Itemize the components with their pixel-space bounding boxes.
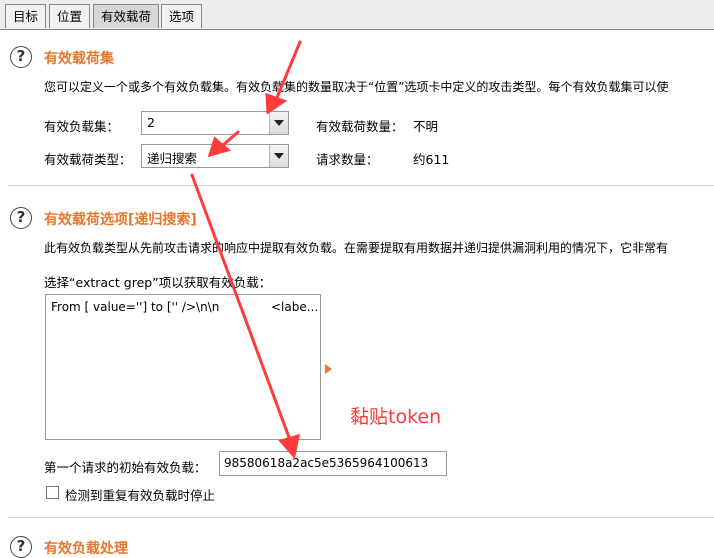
chevron-down-icon[interactable] [269, 112, 288, 134]
stop-duplicate-checkbox[interactable] [46, 486, 59, 499]
payload-type-select[interactable]: 递归搜索 [141, 144, 289, 168]
payload-type-value: 递归搜索 [147, 151, 198, 166]
list-item[interactable]: From [ value=''] to ['' />\n\n [51, 300, 219, 314]
list-item-extra[interactable]: <labe... [271, 300, 318, 314]
request-count-value: 约611 [413, 152, 450, 167]
section-title-payload-options: 有效载荷选项[递归搜索] [44, 212, 197, 228]
extract-grep-list[interactable]: From [ value=''] to ['' />\n\n <labe... [45, 294, 321, 440]
initial-payload-input[interactable]: 98580618a2ac5e5365964100613 [219, 451, 447, 476]
payload-type-label: 有效载荷类型： [44, 152, 132, 167]
tab-payloads[interactable]: 有效载荷 [93, 4, 160, 28]
section-title-payload-sets: 有效载荷集 [44, 51, 114, 67]
payload-set-value: 2 [147, 115, 155, 130]
section-title-payload-processing: 有效负载处理 [44, 541, 128, 557]
help-icon[interactable]: ? [10, 207, 32, 229]
tab-target[interactable]: 目标 [5, 4, 47, 28]
expand-arrow-icon[interactable] [325, 364, 332, 374]
help-icon[interactable]: ? [10, 536, 32, 558]
payload-count-value: 不明 [413, 119, 439, 134]
help-icon[interactable]: ? [10, 46, 32, 68]
payload-sets-description: 您可以定义一个或多个有效负载集。有效负载集的数量取决于“位置”选项卡中定义的攻击… [44, 80, 669, 94]
tab-options[interactable]: 选项 [161, 4, 203, 28]
extract-grep-label: 选择“extract grep”项以获取有效负载： [44, 275, 272, 290]
request-count-label: 请求数量： [316, 152, 379, 167]
annotation-text: 黏贴token [350, 406, 442, 428]
payload-count-label: 有效载荷数量： [316, 119, 404, 134]
payload-options-description: 此有效负载类型从先前攻击请求的响应中提取有效负载。在需要提取有用数据并递归提供漏… [44, 241, 669, 255]
stop-duplicate-label: 检测到重复有效负载时停止 [65, 488, 216, 503]
tab-bar: 目标 位置 有效载荷 选项 [0, 0, 714, 30]
section-divider [8, 185, 714, 186]
payload-set-select[interactable]: 2 [141, 111, 289, 135]
section-divider [8, 517, 714, 518]
payload-set-label: 有效负载集： [44, 119, 120, 134]
chevron-down-icon[interactable] [269, 145, 288, 167]
arrow-head [265, 92, 288, 115]
initial-payload-label: 第一个请求的初始有效负载： [44, 460, 207, 475]
tab-positions[interactable]: 位置 [49, 4, 91, 28]
